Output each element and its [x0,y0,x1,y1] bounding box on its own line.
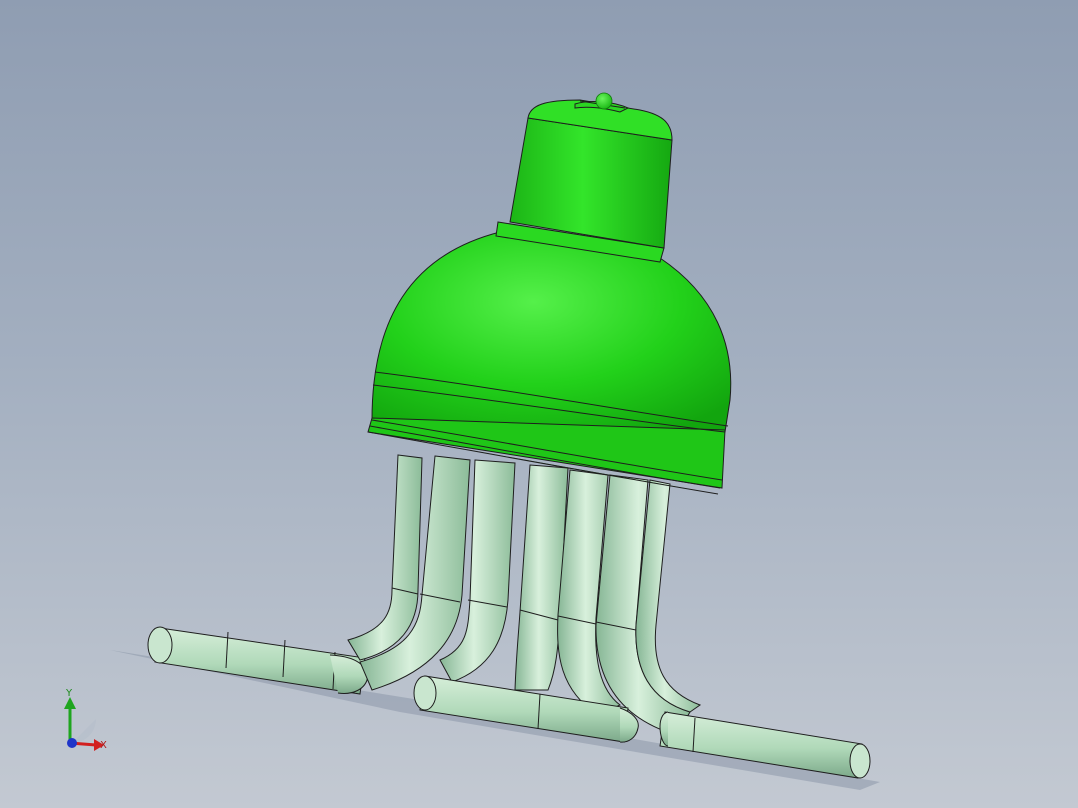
green-bell-housing[interactable] [367,92,732,495]
z-axis-dot [67,738,77,748]
3d-model[interactable] [0,0,1078,808]
graphics-viewport[interactable]: Y X [0,0,1078,808]
triad-plane [72,719,96,743]
coordinate-triad: Y X [50,685,120,755]
left-collector-pipe[interactable] [147,626,369,695]
x-axis-label: X [100,740,107,751]
top-knob [595,92,613,110]
y-axis-label: Y [66,688,73,699]
pipe-leg-1[interactable] [347,454,423,661]
